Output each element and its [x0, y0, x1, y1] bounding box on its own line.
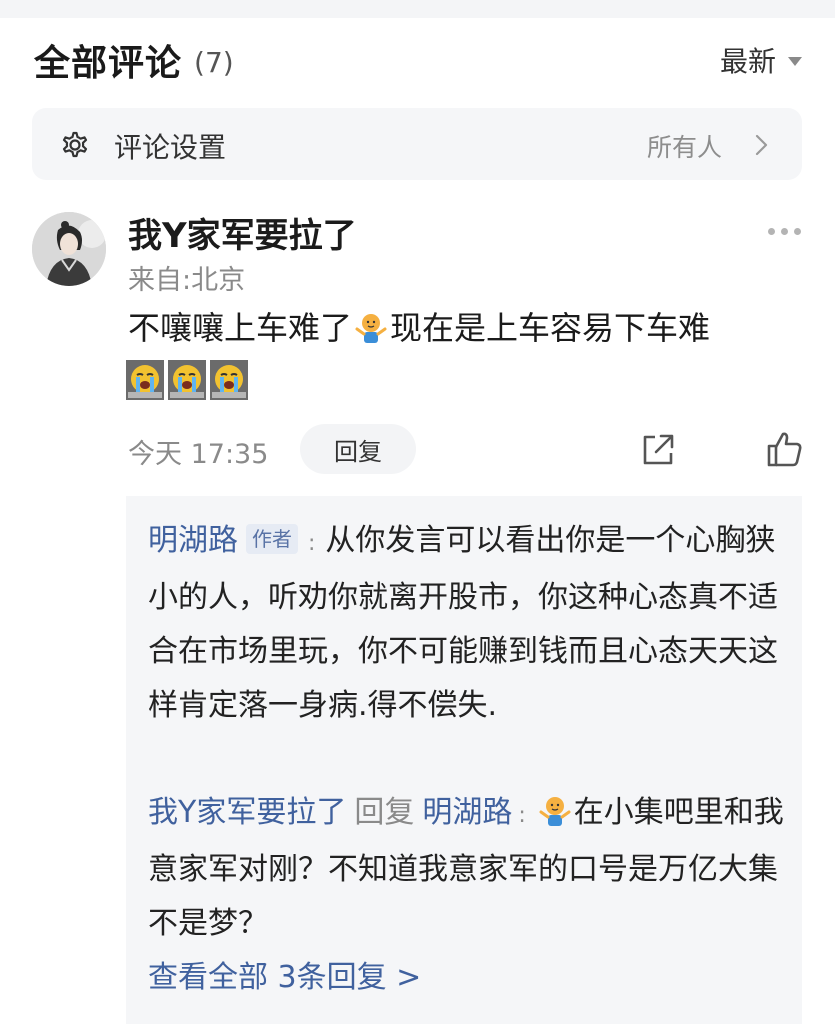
comments-title: 全部评论: [34, 43, 183, 84]
crying-emoji-icon: [168, 360, 206, 400]
shrug-emoji-icon: [539, 797, 571, 826]
crying-emoji-icon: [210, 360, 248, 400]
crying-emoji-icon: [126, 360, 164, 400]
view-all-replies-link[interactable]: 查看全部 3条回复 >: [148, 952, 421, 996]
shrug-emoji-icon: [355, 314, 387, 343]
share-icon[interactable]: [640, 432, 676, 468]
more-dot: [768, 228, 775, 235]
comment-text-part1: 不嚷嚷上车难了: [128, 309, 353, 347]
more-options-icon[interactable]: [768, 228, 801, 235]
comment-text-part2: 现在是上车容易下车难: [390, 309, 711, 347]
top-strip: [0, 0, 835, 18]
sort-label: 最新: [719, 45, 776, 78]
reply-author[interactable]: 明湖路: [148, 523, 238, 558]
comment-timestamp: 今天 17:35: [128, 439, 269, 470]
thumbs-up-icon[interactable]: [766, 430, 802, 468]
emoji-row: [126, 360, 248, 400]
comment-username[interactable]: 我Y家军要拉了: [128, 208, 357, 257]
reply-word: 回复: [354, 795, 415, 830]
comment-settings-row[interactable]: 评论设置 所有人: [32, 108, 802, 180]
comment-location: 来自:北京: [128, 265, 246, 296]
reply-separator: :: [518, 803, 526, 828]
comment-settings-value: 所有人: [646, 133, 722, 162]
comment-settings-label: 评论设置: [114, 131, 227, 164]
reply-item[interactable]: 我Y家军要拉了 回复 明湖路: 在小集吧里和我意家军对刚？不知道我意家军的口号是万亿…: [148, 786, 784, 951]
chevron-right-icon: [755, 134, 768, 156]
avatar-image: [32, 212, 106, 286]
reply-author[interactable]: 我Y家军要拉了: [148, 795, 346, 830]
comments-header: 全部评论 (7) 最新: [34, 36, 802, 84]
more-dot: [794, 228, 801, 235]
avatar[interactable]: [32, 212, 106, 286]
reply-item[interactable]: 明湖路 作者: 从你发言可以看出你是一个心胸狭小的人，听劝你就离开股市，你这种心态真…: [148, 514, 784, 733]
sort-dropdown[interactable]: 最新: [720, 40, 802, 80]
reply-separator: :: [308, 531, 316, 556]
author-badge: 作者: [246, 524, 298, 554]
gear-icon: [62, 131, 88, 158]
reply-target[interactable]: 明湖路: [422, 795, 512, 830]
reply-text: 从你发言可以看出你是一个心胸狭小的人，听劝你就离开股市，你这种心态真不适合在市场…: [148, 523, 778, 723]
comments-count: (7): [194, 45, 234, 79]
more-dot: [781, 228, 788, 235]
comment-text: 不嚷嚷上车难了 现在是上车容易下车难: [128, 306, 808, 350]
caret-down-icon: [788, 56, 802, 66]
reply-button[interactable]: 回复: [300, 424, 416, 474]
replies-panel: 明湖路 作者: 从你发言可以看出你是一个心胸狭小的人，听劝你就离开股市，你这种心态真…: [126, 496, 802, 1024]
